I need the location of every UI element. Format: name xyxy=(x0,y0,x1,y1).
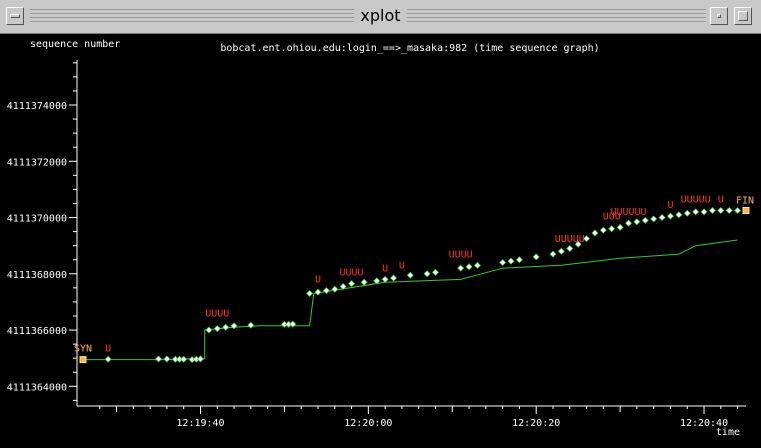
segment-mark xyxy=(507,257,515,265)
minimize-button[interactable] xyxy=(710,7,728,25)
y-tick-label: 4111370000 xyxy=(7,214,67,225)
y-tick-label: 4111368000 xyxy=(7,270,67,281)
y-tick-label: 4111364000 xyxy=(7,382,67,393)
window-title-bar[interactable]: xplot xyxy=(0,0,761,34)
segment-mark xyxy=(599,226,607,234)
urg-label: U xyxy=(105,343,111,354)
segment-mark xyxy=(222,323,230,331)
title-rule xyxy=(30,17,706,18)
segment-mark xyxy=(163,355,171,363)
maximize-button[interactable] xyxy=(734,7,752,25)
segment-mark xyxy=(591,229,599,237)
fin-mark xyxy=(742,206,750,214)
segment-mark xyxy=(473,261,481,269)
maximize-icon xyxy=(738,11,748,21)
title-rule xyxy=(30,9,706,10)
segment-mark xyxy=(650,215,658,223)
segment-mark xyxy=(499,259,507,267)
segment-mark xyxy=(180,355,188,363)
fin-label: FIN xyxy=(736,195,754,206)
y-tick-label: 4111372000 xyxy=(7,157,67,168)
segment-mark xyxy=(658,214,666,222)
segment-mark xyxy=(641,216,649,224)
segment-mark xyxy=(700,208,708,216)
segment-mark xyxy=(104,355,112,363)
syn-label: SYN xyxy=(74,344,92,355)
segment-mark xyxy=(406,271,414,279)
segment-mark xyxy=(683,209,691,217)
segment-mark xyxy=(633,218,641,226)
segment-mark xyxy=(549,250,557,258)
segment-mark xyxy=(692,208,700,216)
segment-mark xyxy=(196,355,204,363)
segments xyxy=(79,207,750,364)
segment-mark xyxy=(431,268,439,276)
segment-mark xyxy=(515,256,523,264)
time-sequence-graph[interactable]: 4111364000 4111366000 4111368000 4111370000… xyxy=(0,34,761,444)
segment-mark xyxy=(360,278,368,286)
segment-mark xyxy=(381,275,389,283)
window-menu-icon xyxy=(10,14,20,18)
urg-label: UUUU xyxy=(340,268,364,279)
segment-mark xyxy=(725,207,733,214)
segment-mark xyxy=(331,285,339,293)
urg-label: U xyxy=(667,200,673,211)
segment-mark xyxy=(348,280,356,288)
x-tick-label: 12:20:20 xyxy=(512,418,560,429)
segment-mark xyxy=(465,263,473,271)
y-tick-label: 4111374000 xyxy=(7,101,67,112)
minimize-icon xyxy=(717,14,721,18)
urg-label: U xyxy=(382,263,388,274)
segment-mark xyxy=(205,326,213,334)
segment-mark xyxy=(230,322,238,330)
segment-mark xyxy=(675,211,683,219)
title-rule xyxy=(30,13,706,14)
urg-label: UUUUU xyxy=(555,234,585,245)
urg-label: UUUUUU xyxy=(610,207,646,218)
segment-mark xyxy=(666,212,674,220)
segment-mark xyxy=(717,207,725,214)
segment-mark xyxy=(314,288,322,296)
segment-mark xyxy=(608,225,616,233)
urg-label: UUUU xyxy=(205,308,229,319)
chart-title: bobcat.ent.ohiou.edu:login_==>_masaka:98… xyxy=(220,43,599,54)
x-tick-label: 12:20:00 xyxy=(344,418,392,429)
urg-label: U xyxy=(399,261,405,272)
syn-mark xyxy=(79,356,87,364)
segment-mark xyxy=(566,244,574,252)
urg-label: U xyxy=(315,275,321,286)
y-tick-label: 4111366000 xyxy=(7,326,67,337)
title-rule xyxy=(30,21,706,22)
x-tick-label: 12:19:40 xyxy=(176,418,224,429)
segment-mark xyxy=(616,223,624,231)
segment-mark xyxy=(213,325,221,333)
segment-mark xyxy=(322,287,330,295)
x-axis-label: time xyxy=(716,427,740,438)
segment-mark xyxy=(557,247,565,255)
segment-mark xyxy=(625,219,633,227)
segment-mark xyxy=(247,321,255,329)
ack-line xyxy=(83,239,738,361)
urg-label: U xyxy=(718,194,724,205)
plot-area[interactable]: 4111364000 4111366000 4111368000 4111370000… xyxy=(0,34,761,444)
urg-label: UUUU xyxy=(449,249,473,260)
segment-mark xyxy=(155,355,163,363)
urg-label: UUUUU xyxy=(681,194,711,205)
segment-mark xyxy=(390,274,398,282)
segment-mark xyxy=(532,253,540,261)
segment-mark xyxy=(457,264,465,272)
y-axis-label: sequence number xyxy=(30,39,120,50)
segment-mark xyxy=(734,207,742,214)
window-menu-button[interactable] xyxy=(6,7,24,25)
ack-polyline xyxy=(83,239,738,361)
segment-mark xyxy=(708,207,716,214)
segment-mark xyxy=(423,270,431,278)
axes: 4111364000 4111366000 4111368000 4111370000… xyxy=(7,39,746,438)
segment-mark xyxy=(306,289,314,297)
